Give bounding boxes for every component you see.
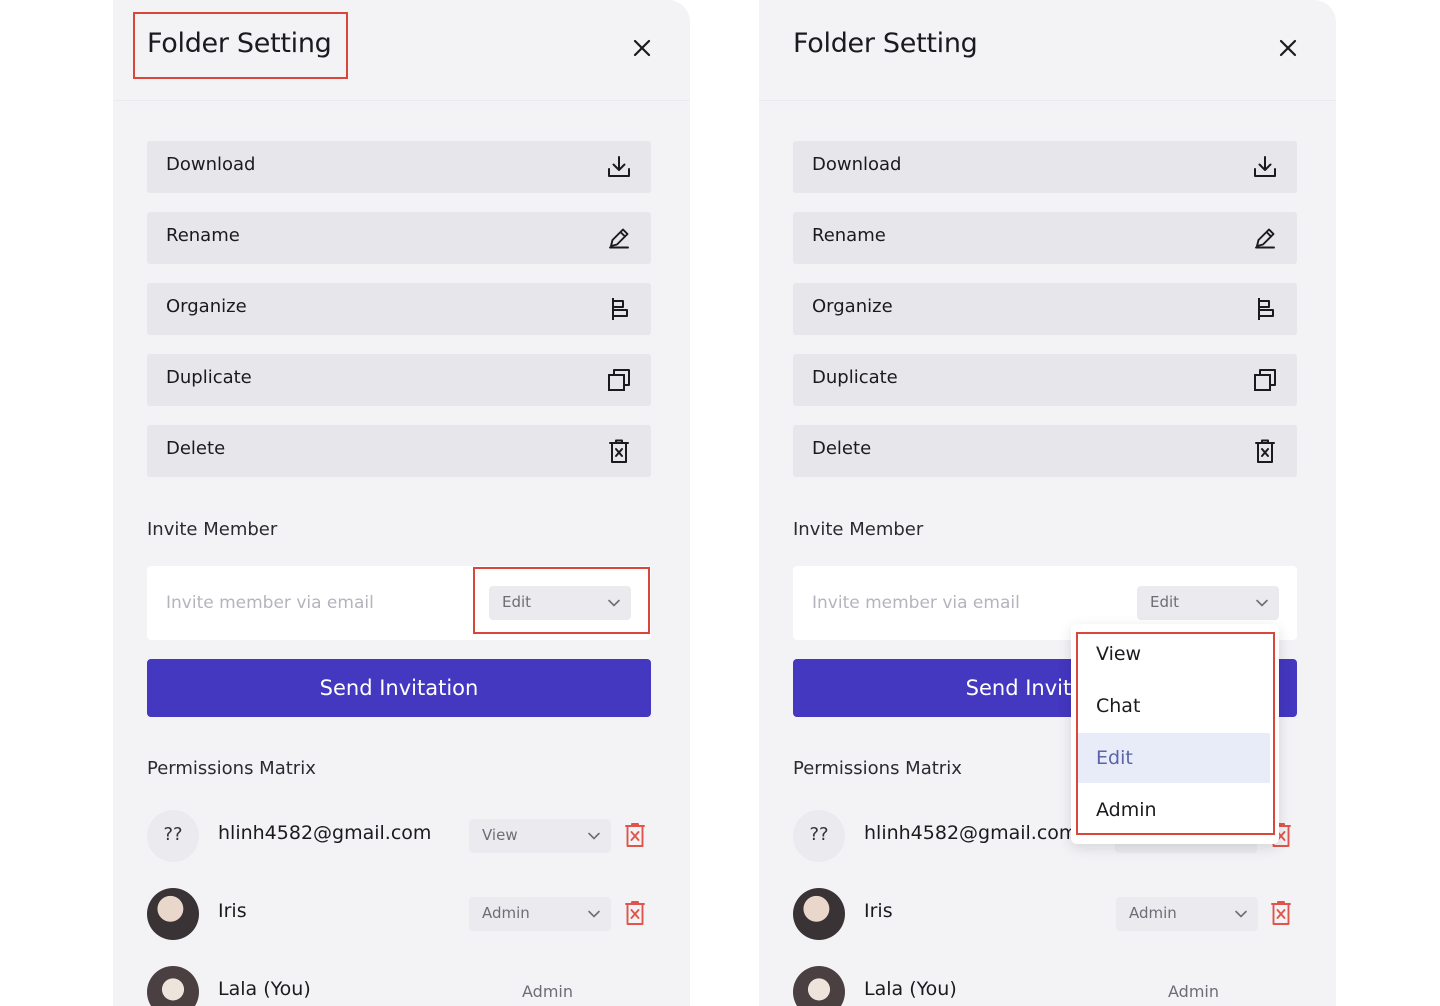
role-option-view[interactable]: View: [1077, 629, 1270, 679]
select-value: View: [482, 826, 518, 844]
member-role: Admin: [522, 982, 573, 1001]
avatar: ??: [147, 810, 199, 862]
select-value: Admin: [482, 904, 530, 922]
invite-member-label: Invite Member: [147, 519, 278, 540]
select-value: Admin: [1129, 904, 1177, 922]
remove-member-button[interactable]: [624, 900, 646, 926]
rename-button[interactable]: Rename: [147, 212, 651, 264]
avatar: ??: [793, 810, 845, 862]
member-role: Admin: [1168, 982, 1219, 1001]
chevron-down-icon: [587, 907, 601, 921]
avatar: [793, 888, 845, 940]
close-button[interactable]: [630, 36, 654, 60]
download-icon: [1251, 153, 1279, 181]
invite-role-select[interactable]: Edit: [1137, 586, 1279, 620]
panel-header: Folder Setting: [759, 0, 1336, 101]
member-name: hlinh4582@gmail.com: [218, 822, 432, 844]
delete-icon: [1251, 437, 1279, 465]
permissions-matrix-label: Permissions Matrix: [793, 758, 962, 779]
panel-header: Folder Setting: [113, 0, 690, 101]
duplicate-button[interactable]: Duplicate: [793, 354, 1297, 406]
invite-member-label: Invite Member: [793, 519, 924, 540]
member-row: Iris Admin: [147, 886, 651, 942]
action-label: Duplicate: [166, 367, 252, 388]
avatar: [147, 966, 199, 1006]
folder-setting-panel-right: Folder Setting Download Rename Organize …: [759, 0, 1336, 1006]
page-title: Folder Setting: [147, 28, 332, 59]
delete-button[interactable]: Delete: [793, 425, 1297, 477]
action-label: Delete: [166, 438, 226, 459]
remove-member-button[interactable]: [624, 822, 646, 848]
member-name: Iris: [864, 900, 893, 922]
trash-icon: [1271, 901, 1291, 925]
chevron-down-icon: [1234, 907, 1248, 921]
action-label: Download: [166, 154, 256, 175]
chevron-down-icon: [587, 829, 601, 843]
send-invitation-button[interactable]: Send Invitation: [147, 659, 651, 717]
remove-member-button[interactable]: [1270, 900, 1292, 926]
member-row: Lala (You) Admin: [793, 964, 1297, 1006]
delete-icon: [605, 437, 633, 465]
delete-button[interactable]: Delete: [147, 425, 651, 477]
avatar: [147, 888, 199, 940]
chevron-down-icon: [1255, 596, 1269, 610]
member-role-select[interactable]: Admin: [469, 897, 611, 931]
role-option-admin[interactable]: Admin: [1077, 785, 1270, 835]
trash-icon: [625, 823, 645, 847]
select-value: Edit: [502, 593, 532, 611]
member-name: Lala (You): [218, 978, 311, 1000]
member-row: Iris Admin: [793, 886, 1297, 942]
pencil-icon: [605, 224, 633, 252]
close-button[interactable]: [1276, 36, 1300, 60]
page-title: Folder Setting: [793, 28, 978, 59]
action-label: Download: [812, 154, 902, 175]
role-dropdown-menu: View Chat Edit Admin: [1071, 624, 1279, 844]
member-row: Lala (You) Admin: [147, 964, 651, 1006]
organize-button[interactable]: Organize: [147, 283, 651, 335]
action-label: Rename: [812, 225, 886, 246]
select-value: Edit: [1150, 593, 1180, 611]
member-role-select[interactable]: View: [469, 819, 611, 853]
download-button[interactable]: Download: [793, 141, 1297, 193]
member-name: Lala (You): [864, 978, 957, 1000]
duplicate-icon: [605, 366, 633, 394]
trash-icon: [625, 901, 645, 925]
invite-email-input[interactable]: [147, 566, 467, 640]
close-icon: [1279, 39, 1297, 57]
action-label: Rename: [166, 225, 240, 246]
role-option-chat[interactable]: Chat: [1077, 681, 1270, 731]
download-button[interactable]: Download: [147, 141, 651, 193]
organize-button[interactable]: Organize: [793, 283, 1297, 335]
invite-box: Edit: [147, 566, 651, 640]
invite-email-input[interactable]: [793, 566, 1113, 640]
action-label: Delete: [812, 438, 872, 459]
organize-icon: [1251, 295, 1279, 323]
member-name: Iris: [218, 900, 247, 922]
organize-icon: [605, 295, 633, 323]
role-option-edit[interactable]: Edit: [1077, 733, 1270, 783]
avatar: [793, 966, 845, 1006]
permissions-matrix-label: Permissions Matrix: [147, 758, 316, 779]
download-icon: [605, 153, 633, 181]
action-label: Duplicate: [812, 367, 898, 388]
folder-setting-panel-left: Folder Setting Download Rename Organize …: [113, 0, 690, 1006]
pencil-icon: [1251, 224, 1279, 252]
member-row: ?? hlinh4582@gmail.com View: [147, 808, 651, 864]
rename-button[interactable]: Rename: [793, 212, 1297, 264]
member-name: hlinh4582@gmail.com: [864, 822, 1078, 844]
invite-role-select[interactable]: Edit: [489, 586, 631, 620]
duplicate-icon: [1251, 366, 1279, 394]
duplicate-button[interactable]: Duplicate: [147, 354, 651, 406]
chevron-down-icon: [607, 596, 621, 610]
action-label: Organize: [166, 296, 247, 317]
member-role-select[interactable]: Admin: [1116, 897, 1258, 931]
action-label: Organize: [812, 296, 893, 317]
close-icon: [633, 39, 651, 57]
